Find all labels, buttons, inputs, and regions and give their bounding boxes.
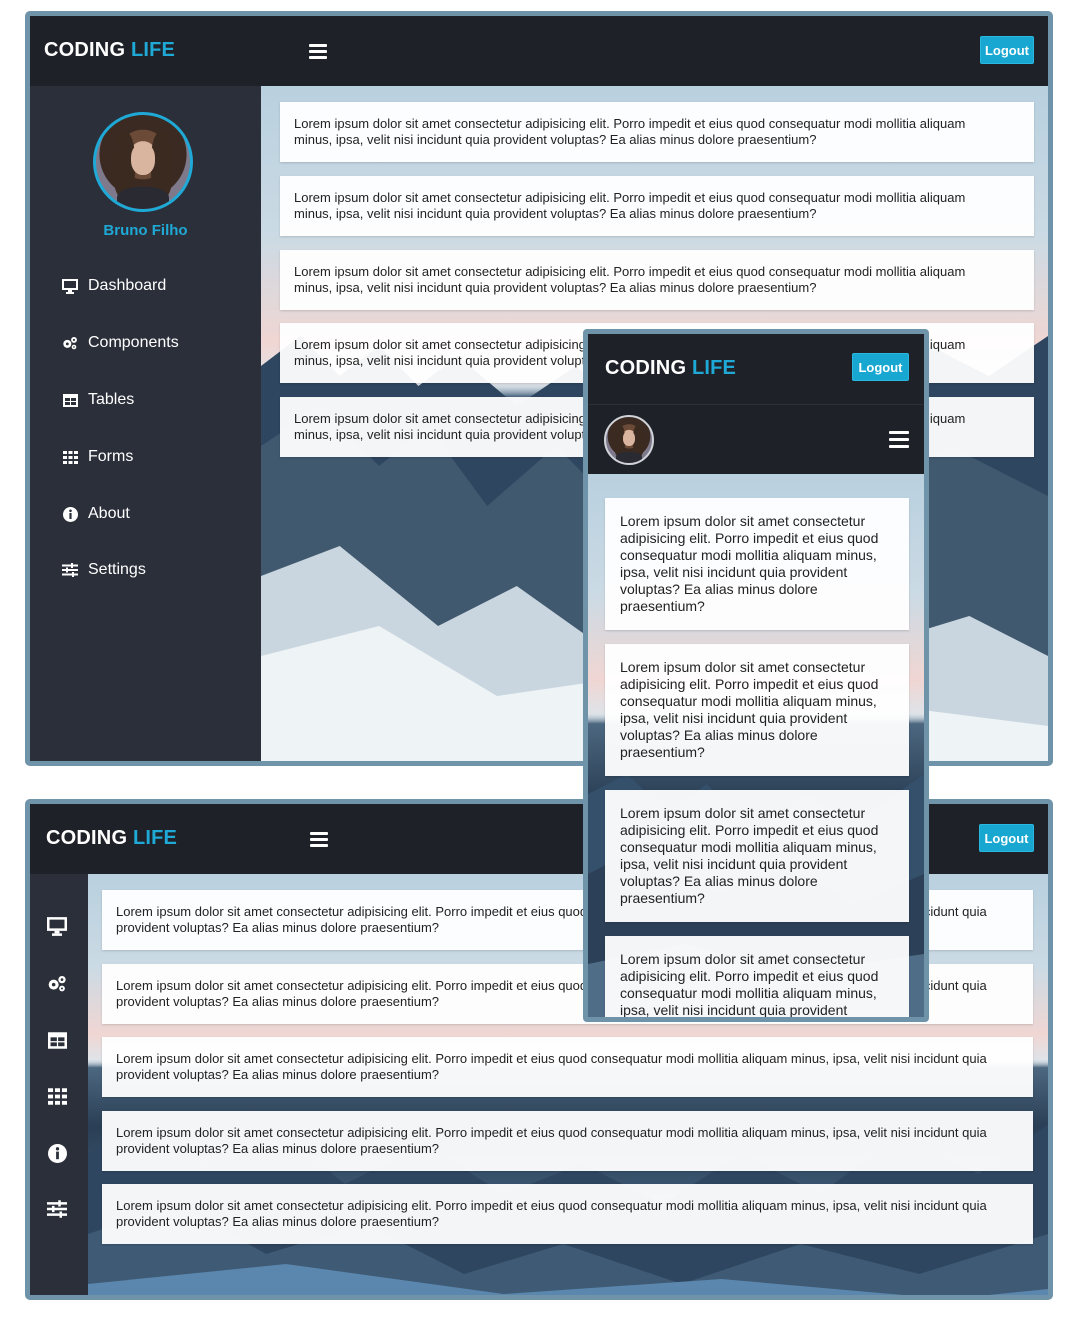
logout-button[interactable]: Logout (852, 353, 909, 381)
collapsed-sidebar (30, 874, 88, 1295)
mobile-screenshot: CODING LIFE Logout Lorem ipsum dolor sit… (583, 329, 929, 1022)
monitor-icon (62, 278, 78, 294)
card-text: Lorem ipsum dolor sit amet consectetur a… (620, 659, 879, 760)
brand-first: CODING (605, 357, 687, 379)
sidebar-item-label: About (88, 505, 130, 522)
brand-accent: LIFE (132, 827, 178, 849)
card-text: Lorem ipsum dolor sit amet consectetur a… (116, 1125, 987, 1156)
sidebar: Bruno Filho Dashboard Components Tables … (30, 86, 261, 761)
content-card: Lorem ipsum dolor sit amet consectetur a… (280, 250, 1034, 310)
grid-icon[interactable] (47, 1086, 67, 1106)
avatar[interactable] (604, 415, 654, 465)
cogs-icon (62, 335, 78, 351)
content-card: Lorem ipsum dolor sit amet consectetur a… (605, 644, 909, 776)
card-text: Lorem ipsum dolor sit amet consectetur a… (620, 513, 879, 614)
brand-first: CODING (46, 827, 128, 849)
table-icon (62, 392, 78, 408)
card-text: Lorem ipsum dolor sit amet consectetur a… (294, 264, 966, 295)
menu-toggle-icon[interactable] (889, 431, 909, 448)
sidebar-item-label: Components (88, 334, 179, 351)
brand-accent: LIFE (130, 39, 176, 61)
brand-first: CODING (44, 39, 126, 61)
content-card: Lorem ipsum dolor sit amet consectetur a… (102, 1111, 1033, 1171)
brand-logo[interactable]: CODING LIFE (46, 827, 177, 850)
menu-toggle-icon[interactable] (309, 44, 327, 59)
card-text: Lorem ipsum dolor sit amet consectetur a… (620, 951, 879, 1017)
card-text: Lorem ipsum dolor sit amet consectetur a… (294, 116, 966, 147)
sidebar-item-label: Settings (88, 561, 146, 578)
user-name: Bruno Filho (103, 222, 188, 239)
logout-button[interactable]: Logout (979, 824, 1034, 852)
sidebar-item-label: Forms (88, 448, 134, 465)
info-icon[interactable] (47, 1143, 67, 1163)
top-navbar: CODING LIFE Logout (30, 16, 1048, 86)
content-card: Lorem ipsum dolor sit amet consectetur a… (605, 498, 909, 630)
mountain-background: Lorem ipsum dolor sit amet consectetur a… (588, 474, 924, 1017)
sidebar-item-label: Tables (88, 391, 135, 408)
brand-logo[interactable]: CODING LIFE (605, 357, 736, 380)
sidebar-item-about[interactable]: About (62, 502, 130, 526)
menu-toggle-icon[interactable] (310, 832, 328, 847)
sliders-icon[interactable] (47, 1199, 67, 1219)
mobile-user-bar (588, 404, 924, 474)
content-card: Lorem ipsum dolor sit amet consectetur a… (102, 1037, 1033, 1097)
content-card: Lorem ipsum dolor sit amet consectetur a… (605, 936, 909, 1017)
cogs-icon[interactable] (47, 973, 67, 993)
card-text: Lorem ipsum dolor sit amet consectetur a… (294, 190, 966, 221)
table-icon[interactable] (47, 1030, 67, 1050)
content-card: Lorem ipsum dolor sit amet consectetur a… (605, 790, 909, 922)
card-text: Lorem ipsum dolor sit amet consectetur a… (116, 1051, 987, 1082)
avatar[interactable] (93, 112, 193, 212)
brand-accent: LIFE (691, 357, 737, 379)
sidebar-item-settings[interactable]: Settings (62, 558, 146, 582)
sidebar-item-forms[interactable]: Forms (62, 445, 133, 469)
brand-logo[interactable]: CODING LIFE (44, 39, 175, 62)
sidebar-item-dashboard[interactable]: Dashboard (62, 274, 166, 298)
sidebar-item-tables[interactable]: Tables (62, 388, 134, 412)
info-icon (62, 506, 78, 522)
logout-button[interactable]: Logout (980, 36, 1034, 64)
content-card: Lorem ipsum dolor sit amet consectetur a… (280, 176, 1034, 236)
card-text: Lorem ipsum dolor sit amet consectetur a… (116, 1198, 987, 1229)
content-card: Lorem ipsum dolor sit amet consectetur a… (102, 1184, 1033, 1244)
sidebar-item-label: Dashboard (88, 277, 167, 294)
monitor-icon[interactable] (47, 916, 67, 936)
top-navbar: CODING LIFE Logout (588, 334, 924, 404)
content-card: Lorem ipsum dolor sit amet consectetur a… (280, 102, 1034, 162)
card-text: Lorem ipsum dolor sit amet consectetur a… (620, 805, 879, 906)
grid-icon (62, 449, 78, 465)
sidebar-item-components[interactable]: Components (62, 331, 179, 355)
sliders-icon (62, 562, 78, 578)
